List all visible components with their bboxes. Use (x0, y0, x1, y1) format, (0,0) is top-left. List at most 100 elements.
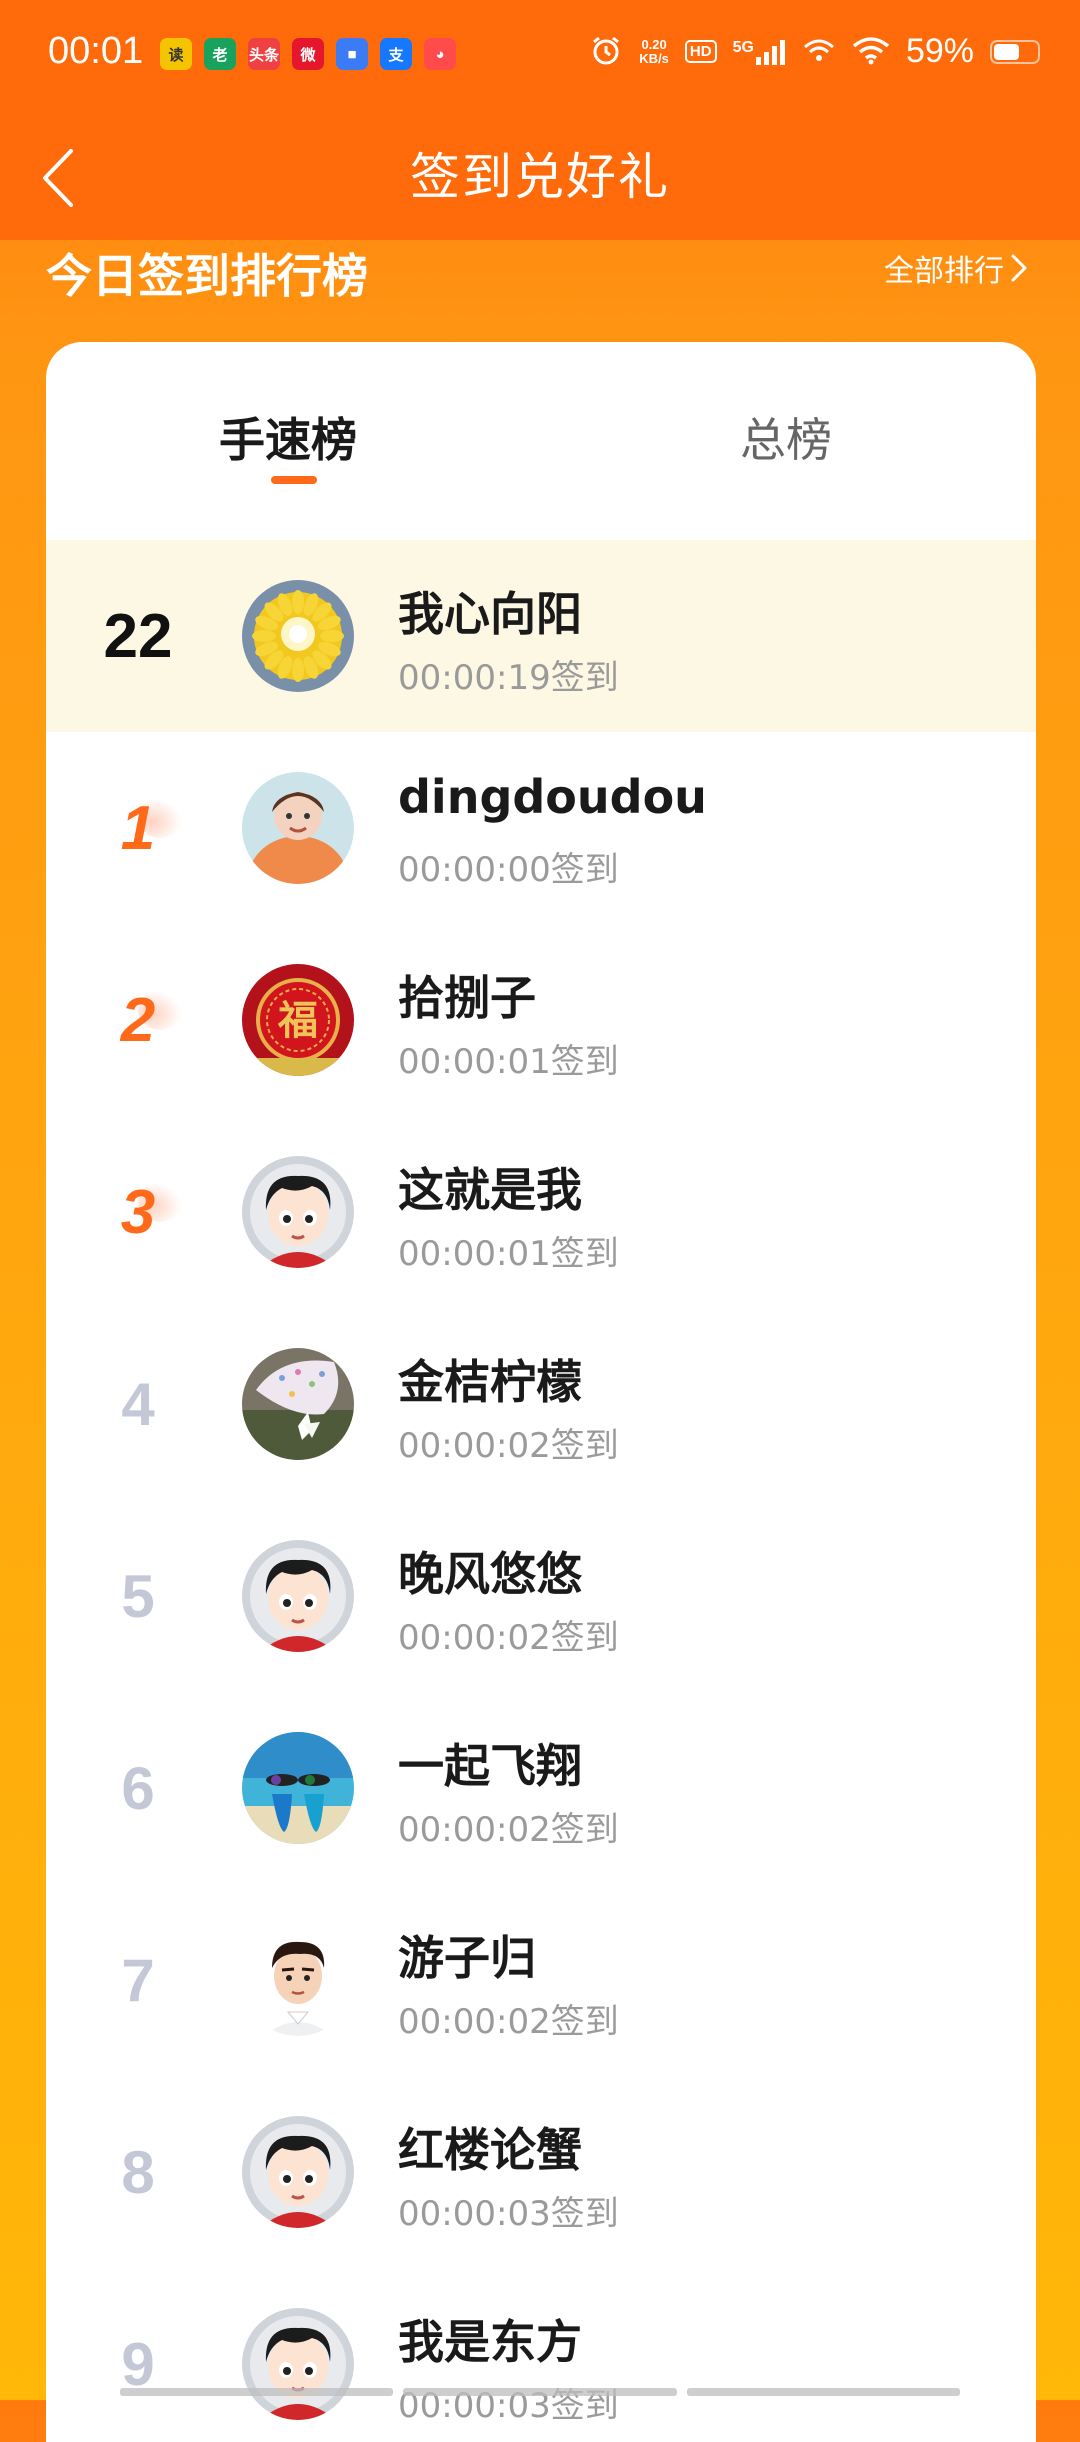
user-nickname: 这就是我 (398, 1163, 582, 1217)
avatar (242, 1540, 354, 1652)
battery-percent: 59% (905, 32, 974, 70)
checkin-time: 00:00:01签到 (398, 1234, 619, 1274)
rank-label: 5 (121, 1562, 155, 1630)
rank-number: 9 (46, 2268, 230, 2442)
ranking-row[interactable]: 6 一起飞翔 00:00:02签到 (46, 1692, 1036, 1884)
rank-number: 7 (46, 1884, 230, 2076)
my-rank-row[interactable]: 22 我心向阳 00:00:19签到 (46, 540, 1036, 732)
rank-number: 3 (46, 1116, 230, 1308)
alarm-icon (589, 33, 623, 71)
rank-label: 3 (120, 1177, 156, 1247)
avatar-image (242, 772, 354, 884)
ranking-card: 手速榜 总榜 22 我心向阳 00:00:19签到 1 dingdoudou 00:… (46, 342, 1036, 2442)
toutiao-app-icon: 头条 (248, 38, 280, 70)
my-nickname: 我心向阳 (398, 587, 582, 641)
avatar (242, 2308, 354, 2420)
active-tab-indicator (271, 476, 317, 484)
all-ranking-label: 全部排行 (884, 254, 1004, 289)
ranking-row[interactable]: 4 金桔柠檬 00:00:02签到 (46, 1308, 1036, 1500)
data-transfer-icon (802, 35, 836, 69)
checkin-time: 00:00:02签到 (398, 2002, 619, 2042)
chevron-right-icon (1011, 254, 1027, 282)
rank-number: 1 (46, 732, 230, 924)
status-indicators: 0.20 KB/s HD 5G 59% (589, 32, 1040, 71)
rank-label: 9 (121, 2330, 155, 2398)
bottom-scroll-indicator (120, 2388, 960, 2396)
user-nickname: 晚风悠悠 (398, 1547, 582, 1601)
weibo-app-icon: 微 (292, 38, 324, 70)
ranking-tabs: 手速榜 总榜 (46, 342, 1036, 540)
avatar-image: 福 (242, 964, 354, 1076)
avatar (242, 772, 354, 884)
notification-icons: 读老头条微 ■ 支 ◕ (160, 38, 456, 70)
ranking-row[interactable]: 7 游子归 00:00:02签到 (46, 1884, 1036, 2076)
rank-label: 2 (120, 985, 156, 1055)
my-checkin-time: 00:00:19签到 (398, 658, 619, 698)
hd-icon: HD (684, 40, 717, 63)
status-bar: 00:01 读老头条微 ■ 支 ◕ 0.20 KB/s HD 5G 59% (0, 0, 1080, 115)
rank-number: 6 (46, 1692, 230, 1884)
rank-label: 4 (121, 1370, 155, 1438)
ranking-row[interactable]: 3 这就是我 00:00:01签到 (46, 1116, 1036, 1308)
rank-number: 4 (46, 1308, 230, 1500)
rank-number: 2 (46, 924, 230, 1116)
avatar (242, 580, 354, 692)
my-rank-number: 22 (103, 601, 173, 671)
reading-app-icon: 读 (160, 38, 192, 70)
avatar-image (242, 1540, 354, 1652)
avatar-image (242, 1924, 354, 2036)
ranking-row[interactable]: 8 红楼论蟹 00:00:03签到 (46, 2076, 1036, 2268)
tab-speed-ranking[interactable]: 手速榜 (138, 404, 438, 470)
ranking-row[interactable]: 9 我是东方 00:00:03签到 (46, 2268, 1036, 2442)
wifi-icon (852, 35, 890, 69)
mascot-app-icon: ◕ (424, 38, 456, 70)
page-title: 签到兑好礼 (410, 148, 670, 206)
ranking-section-header: 今日签到排行榜 全部排行 (0, 240, 1080, 340)
checkin-time: 00:00:03签到 (398, 2194, 619, 2234)
avatar-image (242, 2308, 354, 2420)
checkin-time: 00:00:00签到 (398, 850, 619, 890)
user-nickname: 我是东方 (398, 2315, 582, 2369)
avatar (242, 1732, 354, 1844)
status-time: 00:01 (48, 30, 144, 72)
elder-app-icon: 老 (204, 38, 236, 70)
avatar (242, 1924, 354, 2036)
nav-bar: 签到兑好礼 (0, 115, 1080, 240)
user-nickname: 一起飞翔 (398, 1739, 582, 1793)
avatar (242, 2116, 354, 2228)
all-ranking-link[interactable]: 全部排行 (884, 246, 1028, 290)
user-nickname: 金桔柠檬 (398, 1355, 582, 1409)
ranking-row[interactable]: 2 福 拾捌子 00:00:01签到 (46, 924, 1036, 1116)
avatar-image (242, 1732, 354, 1844)
svg-text:福: 福 (277, 998, 318, 1044)
avatar-image (242, 1348, 354, 1460)
battery-icon (990, 39, 1040, 64)
user-nickname: 拾捌子 (398, 971, 536, 1025)
user-nickname: 红楼论蟹 (398, 2123, 582, 2177)
ranking-row[interactable]: 1 dingdoudou 00:00:00签到 (46, 732, 1036, 924)
cellular-signal-icon: 5G (733, 39, 786, 65)
rank-label: 1 (120, 793, 156, 863)
checkin-time: 00:00:02签到 (398, 1810, 619, 1850)
user-nickname: dingdoudou (398, 770, 707, 824)
checkin-time: 00:00:02签到 (398, 1426, 619, 1466)
avatar-image (242, 580, 354, 692)
avatar: 福 (242, 964, 354, 1076)
tab-total-ranking[interactable]: 总榜 (636, 404, 936, 470)
rank-number: 8 (46, 2076, 230, 2268)
rank-label: 6 (121, 1754, 155, 1822)
network-speed: 0.20 KB/s (639, 36, 669, 66)
rank-number: 5 (46, 1500, 230, 1692)
user-nickname: 游子归 (398, 1931, 536, 1985)
avatar-image (242, 2116, 354, 2228)
avatar (242, 1348, 354, 1460)
card-app-icon: ■ (336, 38, 368, 70)
checkin-time: 00:00:01签到 (398, 1042, 619, 1082)
checkin-time: 00:00:03签到 (398, 2386, 619, 2426)
alipay-app-icon: 支 (380, 38, 412, 70)
rank-label: 7 (121, 1946, 155, 2014)
ranking-row[interactable]: 5 晚风悠悠 00:00:02签到 (46, 1500, 1036, 1692)
avatar-image (242, 1156, 354, 1268)
checkin-time: 00:00:02签到 (398, 1618, 619, 1658)
avatar (242, 1156, 354, 1268)
